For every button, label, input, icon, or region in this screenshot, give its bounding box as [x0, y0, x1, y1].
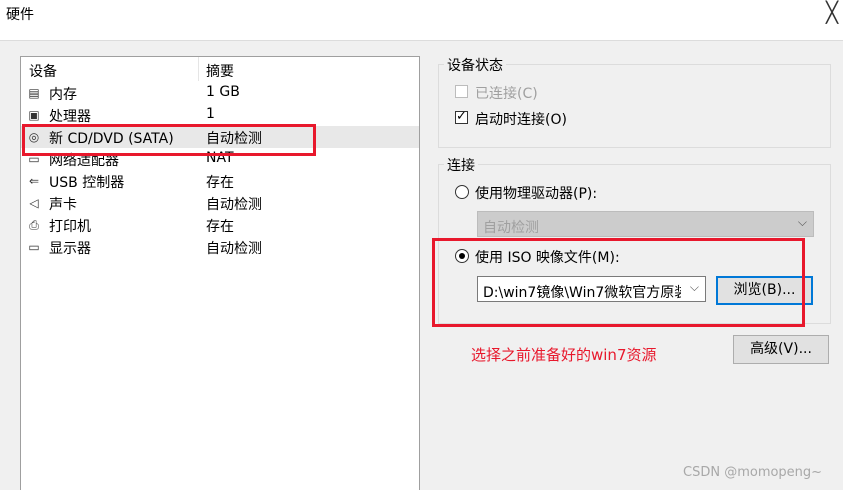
device-summary: 自动检测: [206, 241, 262, 257]
physical-drive-select[interactable]: 自动检测 ⌵: [477, 211, 814, 237]
device-summary: 1: [206, 106, 215, 122]
device-summary: 1 GB: [206, 84, 240, 100]
title-bar: [0, 0, 843, 30]
connection-title: 连接: [444, 155, 478, 175]
device-status-group: [438, 64, 831, 148]
column-header-device[interactable]: 设备: [29, 61, 57, 81]
connect-at-power-on-checkbox[interactable]: [455, 109, 468, 124]
watermark-text: CSDN @momopeng~: [683, 465, 823, 480]
device-name: 打印机: [49, 219, 91, 235]
highlight-box-iso: [432, 238, 805, 327]
device-status-title: 设备状态: [444, 55, 506, 75]
hardware-item-sound[interactable]: ◁ 声卡 自动检测: [21, 192, 419, 214]
close-icon[interactable]: ╳: [822, 0, 842, 24]
connected-label: 已连接(C): [475, 86, 538, 102]
chevron-down-icon: ⌵: [797, 215, 807, 229]
hardware-item-processor[interactable]: ▣ 处理器 1: [21, 104, 419, 126]
hardware-item-memory[interactable]: ▤ 内存 1 GB: [21, 82, 419, 104]
connect-at-power-on-label: 启动时连接(O): [475, 112, 567, 128]
physical-drive-radio[interactable]: [455, 185, 469, 199]
hardware-list[interactable]: 设备 摘要 ▤ 内存 1 GB ▣ 处理器 1 ◎ 新 CD/DVD (SATA…: [20, 56, 420, 490]
printer-icon: ⎙: [29, 218, 39, 232]
physical-drive-value: 自动检测: [483, 220, 539, 236]
speaker-icon: ◁: [29, 196, 39, 210]
device-summary: 存在: [206, 219, 234, 235]
display-icon: ▭: [28, 240, 40, 254]
usb-icon: ⇐: [28, 174, 40, 188]
physical-drive-label: 使用物理驱动器(P):: [475, 186, 598, 202]
device-name: 处理器: [49, 109, 91, 125]
device-name: USB 控制器: [49, 175, 125, 191]
hardware-item-display[interactable]: ▭ 显示器 自动检测: [21, 236, 419, 258]
connected-checkbox[interactable]: [455, 85, 468, 98]
hardware-item-printer[interactable]: ⎙ 打印机 存在: [21, 214, 419, 236]
hardware-item-usb[interactable]: ⇐ USB 控制器 存在: [21, 170, 419, 192]
device-name: 内存: [49, 87, 77, 103]
device-summary: 存在: [206, 175, 234, 191]
device-name: 显示器: [49, 241, 91, 257]
device-summary: 自动检测: [206, 197, 262, 213]
device-name: 声卡: [49, 197, 77, 213]
annotation-text: 选择之前准备好的win7资源: [471, 346, 657, 364]
highlight-box-cd-dvd: [22, 124, 316, 156]
list-header: 设备 摘要: [21, 57, 419, 81]
advanced-button[interactable]: 高级(V)...: [733, 335, 829, 364]
memory-icon: ▤: [28, 86, 40, 100]
column-divider: [198, 57, 199, 81]
window-title: 硬件: [6, 7, 34, 23]
processor-icon: ▣: [28, 108, 40, 122]
column-header-summary[interactable]: 摘要: [206, 61, 234, 81]
